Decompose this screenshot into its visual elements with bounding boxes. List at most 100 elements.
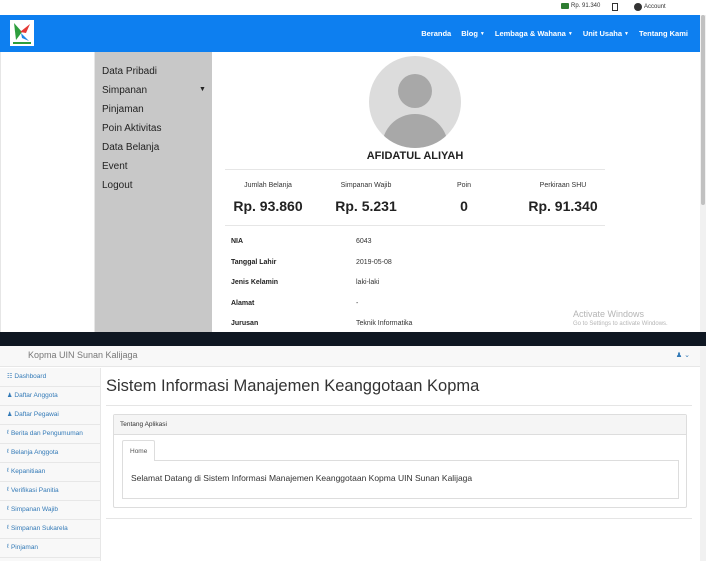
account-label: Account [644, 4, 666, 10]
info-value: laki-laki [356, 279, 380, 286]
admin-portal: Kopma UIN Sunan Kalijaga ♟ ⌄ ☷ Dashboard… [0, 346, 706, 561]
user-icon: ♟ [7, 393, 13, 399]
paperclip-icon: ℓ [7, 525, 9, 531]
about-panel: Tentang Aplikasi Home Selamat Datang di … [113, 414, 687, 508]
divider [106, 518, 692, 519]
info-label: Jenis Kelamin [231, 279, 279, 286]
paperclip-icon: ℓ [7, 468, 9, 474]
default-user-avatar [369, 56, 461, 148]
menu-event[interactable]: Event [102, 161, 128, 172]
stat-value: Rp. 93.860 [233, 198, 303, 214]
member-portal: Rp. 91.340 Account Beranda Blog ▼ Lembag… [0, 0, 706, 332]
sidebar-item-berita[interactable]: ℓ Berita dan Pengumuman [0, 425, 101, 444]
caret-down-icon: ▼ [624, 30, 629, 37]
nav-unit-usaha[interactable]: Unit Usaha ▼ [583, 29, 629, 38]
stat-label: Perkiraan SHU [539, 182, 587, 189]
user-dropdown[interactable]: ♟ ⌄ [676, 351, 690, 359]
stat-label: Jumlah Belanja [244, 182, 292, 189]
info-value: - [356, 300, 359, 307]
sidebar-item-label: Simpanan Sukarela [10, 525, 68, 532]
brand-link[interactable]: Kopma UIN Sunan Kalijaga [28, 350, 138, 360]
sidebar-item-kepanitiaan[interactable]: ℓ Kepanitiaan [0, 463, 101, 482]
document-link[interactable] [612, 3, 618, 11]
menu-poin-aktivitas[interactable]: Poin Aktivitas [102, 123, 161, 134]
account-link[interactable]: Account [634, 3, 666, 11]
info-label: NIA [231, 238, 244, 245]
chevron-down-icon: ⌄ [684, 352, 690, 359]
stat-label: Poin [456, 182, 471, 189]
activate-windows-watermark: Activate Windows Go to Settings to activ… [573, 309, 668, 327]
screenshot-separator [0, 332, 706, 346]
menu-logout[interactable]: Logout [102, 180, 133, 191]
profile-name: AFIDATUL ALIYAH [366, 150, 464, 162]
info-value: 6043 [356, 238, 372, 245]
info-value: 2019-05-08 [356, 259, 392, 266]
stat-value: 0 [460, 198, 468, 214]
dashboard-icon: ☷ [7, 374, 13, 380]
main-navbar: Beranda Blog ▼ Lembaga & Wahana ▼ Unit U… [0, 15, 700, 52]
menu-data-pribadi[interactable]: Data Pribadi [102, 66, 157, 77]
avatar-body [382, 114, 448, 148]
document-icon [612, 3, 618, 11]
menu-pinjaman[interactable]: Pinjaman [102, 104, 144, 115]
utility-bar: Rp. 91.340 Account [0, 0, 706, 15]
nav-beranda[interactable]: Beranda [421, 29, 451, 38]
balance-link[interactable]: Rp. 91.340 [561, 3, 600, 9]
nav-links: Beranda Blog ▼ Lembaga & Wahana ▼ Unit U… [421, 29, 688, 38]
stat-label: Simpanan Wajib [340, 182, 392, 189]
page-title: Sistem Informasi Manajemen Keanggotaan K… [106, 377, 480, 395]
sidebar-item-daftar-anggota[interactable]: ♟ Daftar Anggota [0, 387, 101, 406]
sidebar-item-label: Verifikasi Panitia [10, 487, 59, 494]
divider [225, 169, 605, 170]
sidebar-item-simpanan-sukarela[interactable]: ℓ Simpanan Sukarela [0, 520, 101, 539]
watermark-title: Activate Windows [573, 309, 645, 319]
info-label: Alamat [231, 300, 255, 307]
info-label: Tanggal Lahir [231, 259, 277, 266]
caret-down-icon: ▼ [479, 30, 485, 37]
menu-simpanan[interactable]: Simpanan [102, 85, 147, 96]
sidebar-item-label: Pinjaman [10, 544, 39, 551]
sidebar-item-label: Daftar Pegawai [14, 411, 59, 418]
paperclip-icon: ℓ [7, 449, 9, 455]
user-circle-icon [634, 3, 642, 11]
menu-data-belanja[interactable]: Data Belanja [102, 142, 159, 153]
sidebar-item-belanja-anggota[interactable]: ℓ Belanja Anggota [0, 444, 101, 463]
nav-tentang-kami[interactable]: Tentang Kami [639, 29, 688, 38]
panel-heading: Tentang Aplikasi [114, 415, 686, 435]
sidebar-item-simpanan-wajib[interactable]: ℓ Simpanan Wajib [0, 501, 101, 520]
kopma-logo[interactable] [10, 20, 34, 46]
divider [225, 225, 605, 226]
sidebar-item-label: Belanja Anggota [10, 449, 59, 456]
admin-header: Kopma UIN Sunan Kalijaga ♟ ⌄ [0, 346, 700, 367]
scrollbar-thumb[interactable] [701, 15, 705, 205]
nav-lembaga-wahana[interactable]: Lembaga & Wahana ▼ [495, 29, 573, 38]
sidebar-item-verifikasi-panitia[interactable]: ℓ Verifikasi Panitia [0, 482, 101, 501]
paperclip-icon: ℓ [7, 506, 9, 512]
balance-text: Rp. 91.340 [571, 3, 601, 9]
left-gutter [0, 52, 95, 332]
user-icon: ♟ [675, 352, 683, 359]
sidebar-item-label: Kepanitiaan [10, 468, 46, 475]
wallet-icon [561, 3, 569, 9]
welcome-text: Selamat Datang di Sistem Informasi Manaj… [122, 461, 679, 499]
sidebar-item-label: Berita dan Pengumuman [10, 430, 83, 437]
sidebar-item-daftar-pegawai[interactable]: ♟ Daftar Pegawai [0, 406, 101, 425]
admin-sidebar: ☷ Dashboard ♟ Daftar Anggota ♟ Daftar Pe… [0, 368, 101, 561]
sidebar-item-dashboard[interactable]: ☷ Dashboard [0, 368, 101, 387]
caret-down-icon[interactable]: ▼ [199, 86, 206, 93]
nav-label: Tentang Kami [638, 29, 688, 38]
nav-label: Blog [461, 29, 478, 38]
info-value: Teknik Informatika [356, 320, 413, 327]
scrollbar-track[interactable] [700, 346, 706, 561]
sidebar-item-pinjaman[interactable]: ℓ Pinjaman [0, 539, 101, 558]
nav-blog[interactable]: Blog ▼ [461, 29, 485, 38]
stat-value: Rp. 91.340 [528, 198, 598, 214]
watermark-subtitle: Go to Settings to activate Windows. [573, 321, 668, 327]
caret-down-icon: ▼ [567, 30, 573, 37]
sidebar-item-label: Dashboard [14, 373, 47, 380]
tab-home[interactable]: Home [122, 440, 156, 461]
nav-label: Unit Usaha [582, 29, 622, 38]
paperclip-icon: ℓ [7, 487, 9, 493]
paperclip-icon: ℓ [7, 544, 9, 550]
info-label: Jurusan [231, 320, 259, 327]
